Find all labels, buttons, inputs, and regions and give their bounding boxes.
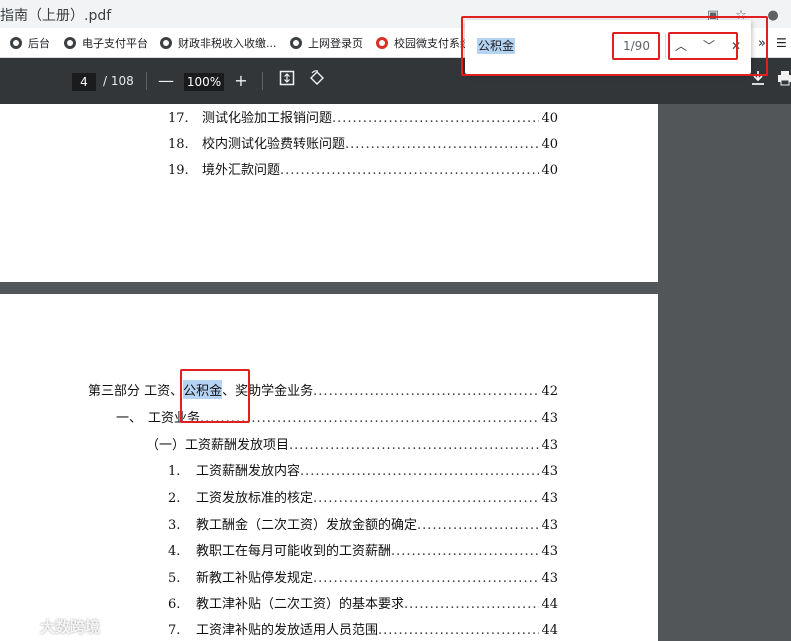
toolbar-divider (262, 72, 263, 90)
bookmark-item[interactable]: 校园微支付系统 (376, 34, 471, 52)
annotation-frame-count (612, 32, 660, 60)
annotation-frame-nav (668, 32, 738, 60)
screen: 指南（上册）.pdf ▣ ☆ ● 后台 电子支付平台 财政非税收入收缴... 上… (0, 0, 791, 641)
toc-entry: 19. 境外汇款问题 .............................… (168, 163, 558, 178)
zoom-out-button[interactable]: — (155, 70, 177, 92)
page-number-input[interactable]: 4 (72, 73, 96, 91)
bookmark-item[interactable]: 后台 (10, 34, 50, 52)
toc-entry: 3. 教工酬金（二次工资）发放金额的确定 ...................… (168, 518, 558, 533)
globe-icon (64, 37, 76, 49)
toc-part-heading: 第三部分 工资、 公积金 、奖助学金业务 ...................… (88, 380, 558, 399)
toc-entry: 5. 新教工补贴停发规定 ...........................… (168, 571, 558, 586)
toc-subsection: （一）工资薪酬发放项目 ............................… (146, 438, 558, 453)
watermark: 大数跨境 (8, 616, 100, 637)
bookmark-item[interactable]: 财政非税收入收缴... (160, 34, 277, 52)
globe-icon (160, 37, 172, 49)
pdf-page-prev: 17. 测试化验加工报销问题 .........................… (0, 104, 658, 282)
globe-icon (290, 37, 302, 49)
toc-entry: 1. 工资薪酬发放内容 ............................… (168, 464, 558, 479)
zoom-level-input[interactable]: 100% (184, 73, 224, 91)
page-total: / 108 (103, 74, 134, 88)
print-icon[interactable] (774, 70, 791, 92)
annotation-frame-match (180, 369, 250, 423)
watermark-logo-icon (8, 618, 34, 635)
bookmark-item[interactable]: 电子支付平台 (64, 34, 148, 52)
toc-entry: 18. 校内测试化验费转账问题 ........................… (168, 137, 558, 152)
fit-page-icon[interactable] (276, 70, 298, 92)
toc-entry: 4. 教职工在每月可能收到的工资薪酬 .....................… (168, 544, 558, 559)
zoom-in-button[interactable]: + (230, 70, 252, 92)
pdf-page-current: 第三部分 工资、 公积金 、奖助学金业务 ...................… (0, 294, 658, 641)
tab-title[interactable]: 指南（上册）.pdf (0, 5, 111, 25)
bookmark-item[interactable]: 上网登录页 (290, 34, 363, 52)
rotate-icon[interactable] (306, 70, 328, 92)
school-logo-icon (376, 37, 388, 49)
toc-entry: 7. 工资津补贴的发放适用人员范围 ......................… (168, 623, 558, 638)
viewer-background (658, 104, 791, 641)
reading-list-icon[interactable]: ☰ (776, 34, 787, 52)
toc-entry: 6. 教工津补贴（二次工资）的基本要求 ....................… (168, 597, 558, 612)
toc-entry: 2. 工资发放标准的核定 ...........................… (168, 491, 558, 506)
toc-entry: 17. 测试化验加工报销问题 .........................… (168, 111, 558, 126)
globe-icon (10, 37, 22, 49)
toolbar-divider (146, 72, 147, 90)
